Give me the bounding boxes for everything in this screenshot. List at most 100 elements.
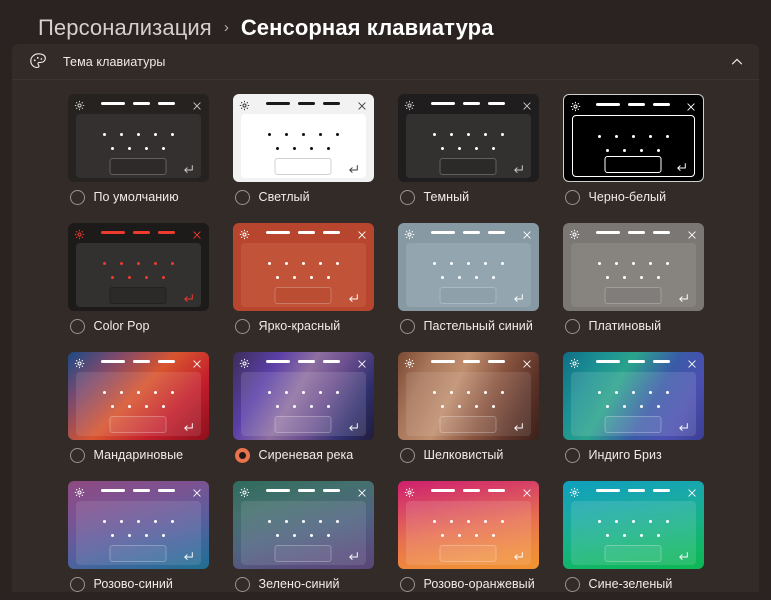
theme-radio-15[interactable] xyxy=(564,577,580,592)
preview-spacebar xyxy=(439,545,497,562)
theme-preview-card[interactable] xyxy=(562,481,704,569)
theme-radio-row[interactable]: Шелковистый xyxy=(399,447,551,469)
theme-radio-13[interactable] xyxy=(234,577,250,592)
theme-radio-row[interactable]: Черно-белый xyxy=(564,189,716,211)
theme-radio-10[interactable] xyxy=(399,448,415,463)
theme-preview-card[interactable] xyxy=(67,94,209,182)
theme-radio-2[interactable] xyxy=(399,190,415,205)
enter-key-icon xyxy=(182,420,194,432)
preview-title-bar xyxy=(398,481,539,501)
gear-icon xyxy=(74,227,85,240)
preview-key-row-2 xyxy=(241,405,366,408)
theme-radio-row[interactable]: Индиго Бриз xyxy=(564,447,716,469)
theme-radio-12[interactable] xyxy=(69,577,85,592)
preview-suggestion-dashes xyxy=(431,102,505,105)
breadcrumb: Персонализация › Сенсорная клавиатура xyxy=(0,0,771,44)
preview-keyboard-area xyxy=(571,115,695,177)
theme-radio-14[interactable] xyxy=(399,577,415,592)
theme-label-9: Сиреневая река xyxy=(258,448,354,462)
theme-option-2[interactable]: Темный xyxy=(386,94,551,211)
theme-radio-row[interactable]: Мандариновые xyxy=(69,447,221,469)
preview-title-bar xyxy=(563,481,704,501)
keyboard-theme-section-header[interactable]: Тема клавиатуры xyxy=(12,44,759,80)
theme-radio-row[interactable]: Платиновый xyxy=(564,318,716,340)
enter-key-icon xyxy=(347,162,359,174)
preview-keyboard-area xyxy=(405,372,531,436)
theme-radio-row[interactable]: Темный xyxy=(399,189,551,211)
close-icon xyxy=(357,98,367,110)
theme-radio-row[interactable]: Зелено-синий xyxy=(234,576,386,592)
theme-radio-5[interactable] xyxy=(234,319,250,334)
theme-radio-8[interactable] xyxy=(69,448,85,463)
theme-option-11[interactable]: Индиго Бриз xyxy=(551,352,716,469)
theme-preview-card[interactable] xyxy=(562,352,704,440)
keyboard-theme-section-title: Тема клавиатуры xyxy=(63,54,166,69)
theme-preview-card[interactable] xyxy=(67,481,209,569)
close-icon xyxy=(686,99,696,111)
theme-radio-row[interactable]: Сиреневая река xyxy=(234,447,386,469)
theme-radio-0[interactable] xyxy=(69,190,85,205)
theme-preview-card[interactable] xyxy=(67,352,209,440)
theme-preview-card[interactable] xyxy=(232,352,374,440)
theme-preview-card[interactable] xyxy=(232,223,374,311)
theme-radio-3[interactable] xyxy=(564,190,580,205)
preview-spacebar xyxy=(439,158,497,175)
theme-option-1[interactable]: Светлый xyxy=(221,94,386,211)
theme-option-13[interactable]: Зелено-синий xyxy=(221,481,386,592)
theme-preview-card[interactable] xyxy=(562,94,704,182)
theme-option-10[interactable]: Шелковистый xyxy=(386,352,551,469)
preview-key-row-1 xyxy=(76,133,201,136)
preview-keyboard-area xyxy=(240,372,366,436)
theme-option-0[interactable]: По умолчанию xyxy=(56,94,221,211)
preview-keyboard-area xyxy=(240,243,366,307)
theme-radio-row[interactable]: Розово-синий xyxy=(69,576,221,592)
breadcrumb-parent-link[interactable]: Персонализация xyxy=(38,15,212,41)
preview-keyboard-area xyxy=(405,243,531,307)
preview-title-bar xyxy=(233,223,374,243)
preview-suggestion-dashes xyxy=(101,231,175,234)
theme-radio-1[interactable] xyxy=(234,190,250,205)
theme-preview-card[interactable] xyxy=(397,94,539,182)
preview-key-row-1 xyxy=(76,520,201,523)
theme-radio-row[interactable]: Светлый xyxy=(234,189,386,211)
theme-radio-11[interactable] xyxy=(564,448,580,463)
theme-radio-row[interactable]: Пастельный синий xyxy=(399,318,551,340)
theme-option-4[interactable]: Color Pop xyxy=(56,223,221,340)
preview-title-bar xyxy=(398,223,539,243)
theme-preview-card[interactable] xyxy=(232,94,374,182)
theme-option-12[interactable]: Розово-синий xyxy=(56,481,221,592)
preview-spacebar xyxy=(274,545,332,562)
close-icon xyxy=(687,485,697,497)
theme-label-14: Розово-оранжевый xyxy=(423,577,535,591)
theme-preview-card[interactable] xyxy=(562,223,704,311)
theme-option-7[interactable]: Платиновый xyxy=(551,223,716,340)
theme-radio-6[interactable] xyxy=(399,319,415,334)
theme-radio-row[interactable]: По умолчанию xyxy=(69,189,221,211)
preview-key-row-1 xyxy=(241,262,366,265)
theme-radio-row[interactable]: Ярко-красный xyxy=(234,318,386,340)
theme-label-2: Темный xyxy=(423,190,470,204)
theme-preview-card[interactable] xyxy=(397,481,539,569)
theme-radio-4[interactable] xyxy=(69,319,85,334)
preview-title-bar xyxy=(68,352,209,372)
theme-preview-card[interactable] xyxy=(232,481,374,569)
theme-option-8[interactable]: Мандариновые xyxy=(56,352,221,469)
theme-radio-row[interactable]: Сине-зеленый xyxy=(564,576,716,592)
theme-option-3[interactable]: Черно-белый xyxy=(551,94,716,211)
theme-preview-card[interactable] xyxy=(67,223,209,311)
theme-preview-card[interactable] xyxy=(397,223,539,311)
theme-option-6[interactable]: Пастельный синий xyxy=(386,223,551,340)
theme-radio-row[interactable]: Розово-оранжевый xyxy=(399,576,551,592)
theme-radio-7[interactable] xyxy=(564,319,580,334)
theme-option-9[interactable]: Сиреневая река xyxy=(221,352,386,469)
theme-option-15[interactable]: Сине-зеленый xyxy=(551,481,716,592)
gear-icon xyxy=(569,227,580,240)
theme-option-5[interactable]: Ярко-красный xyxy=(221,223,386,340)
chevron-up-icon[interactable] xyxy=(729,54,745,70)
theme-option-14[interactable]: Розово-оранжевый xyxy=(386,481,551,592)
preview-spacebar xyxy=(604,545,662,562)
preview-keyboard-area xyxy=(405,501,531,565)
theme-radio-9[interactable] xyxy=(234,448,250,463)
theme-radio-row[interactable]: Color Pop xyxy=(69,318,221,340)
theme-preview-card[interactable] xyxy=(397,352,539,440)
